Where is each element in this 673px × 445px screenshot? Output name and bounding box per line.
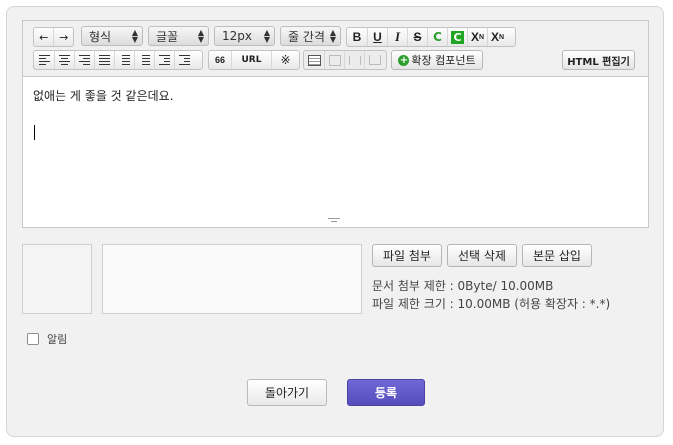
format-select-label: 형식 [89,29,112,44]
superscript-mark: N [478,33,485,41]
file-size-limit: 파일 제한 크기 : 10.00MB (허용 확장자 : *.*) [372,297,611,311]
submit-button[interactable]: 등록 [347,379,425,406]
quote-button[interactable]: 66 [209,51,231,69]
font-color-button[interactable]: C [427,28,447,46]
italic-button[interactable]: I [387,28,407,46]
extension-component-button[interactable]: + 확장 컴포넌트 [391,50,483,70]
delete-selected-button[interactable]: 선택 삭제 [447,244,517,267]
plus-icon: + [398,54,410,66]
history-group: ← → [33,27,74,47]
table-group [303,50,387,70]
attachment-preview [22,244,92,314]
ordered-list-icon [119,55,130,65]
table-cell-icon [328,54,341,66]
subscript-icon: X [490,30,499,44]
split-cells-icon [368,55,381,65]
unordered-list-button[interactable] [134,51,154,69]
resize-handle-icon[interactable] [328,218,340,224]
unordered-list-icon [139,55,150,65]
indent-button[interactable] [174,51,194,69]
merge-cells-button[interactable] [344,51,364,69]
ordered-list-button[interactable] [114,51,134,69]
link-label: URL [241,55,262,65]
line-height-select-label: 줄 간격 [288,29,324,44]
doc-attach-limit: 문서 첨부 제한 : 0Byte/ 10.00MB [372,279,554,293]
chevron-updown-icon: ▲ ▼ [131,28,138,44]
align-justify-button[interactable] [94,51,114,69]
text-caret [34,125,35,140]
merge-cells-icon [348,55,361,65]
background-color-button[interactable]: C [447,28,467,46]
special-char-button[interactable]: ※ [271,51,299,69]
table-icon [307,54,321,66]
notify-checkbox[interactable] [27,333,39,345]
superscript-icon: X [470,30,479,44]
split-cells-button[interactable] [364,51,384,69]
special-char-icon: ※ [280,53,291,67]
underline-button[interactable]: U [367,28,387,46]
quote-icon: 66 [214,55,225,65]
align-center-button[interactable] [54,51,74,69]
editor-content[interactable]: 없애는 게 좋을 것 같은데요. [33,87,174,104]
align-justify-icon [99,55,110,65]
align-left-button[interactable] [34,51,54,69]
line-height-select[interactable]: 줄 간격 ▲ ▼ [280,26,341,46]
outdent-button[interactable] [154,51,174,69]
attach-file-button[interactable]: 파일 첨부 [372,244,442,267]
align-right-button[interactable] [74,51,94,69]
align-center-icon [59,55,70,65]
bold-button[interactable]: B [347,28,367,46]
subscript-button[interactable]: XN [487,28,507,46]
format-select[interactable]: 형식 ▲ ▼ [81,26,143,46]
font-size-select-label: 12px [222,29,252,43]
redo-icon[interactable]: → [53,28,73,46]
rich-text-editor: ← → 형식 ▲ ▼ 글꼴 ▲ ▼ 12px ▲ ▼ 줄 간격 ▲ ▼ B U I S … [22,20,649,228]
attachment-file-list[interactable] [102,244,362,314]
subscript-mark: N [498,33,505,41]
indent-icon [179,55,190,65]
editor-toolbar: ← → 형식 ▲ ▼ 글꼴 ▲ ▼ 12px ▲ ▼ 줄 간격 ▲ ▼ B U I S … [23,21,648,77]
table-button[interactable] [304,51,324,69]
align-left-icon [38,55,50,65]
chevron-updown-icon: ▲ ▼ [197,28,204,44]
extension-component-label: 확장 컴포넌트 [411,54,476,67]
insert-group: 66 URL ※ [208,50,300,70]
chevron-updown-icon: ▲ ▼ [263,28,270,44]
font-select-label: 글꼴 [156,29,179,44]
text-style-group: B U I S C C XN XN [346,27,516,47]
align-right-icon [79,55,90,65]
superscript-button[interactable]: XN [467,28,487,46]
back-button[interactable]: 돌아가기 [247,379,327,406]
paragraph-group [33,50,203,70]
insert-into-body-button[interactable]: 본문 삽입 [522,244,592,267]
table-cell-button[interactable] [324,51,344,69]
font-size-select[interactable]: 12px ▲ ▼ [214,26,275,46]
background-color-icon: C [451,30,464,44]
undo-icon[interactable]: ← [34,28,53,46]
notify-option[interactable]: 알림 [27,331,67,347]
font-select[interactable]: 글꼴 ▲ ▼ [148,26,209,46]
notify-label: 알림 [47,333,68,346]
chevron-updown-icon: ▲ ▼ [329,28,336,44]
strikethrough-button[interactable]: S [407,28,427,46]
outdent-icon [159,55,170,65]
url-button[interactable]: URL [231,51,271,69]
html-editor-button[interactable]: HTML 편집기 [562,50,635,70]
